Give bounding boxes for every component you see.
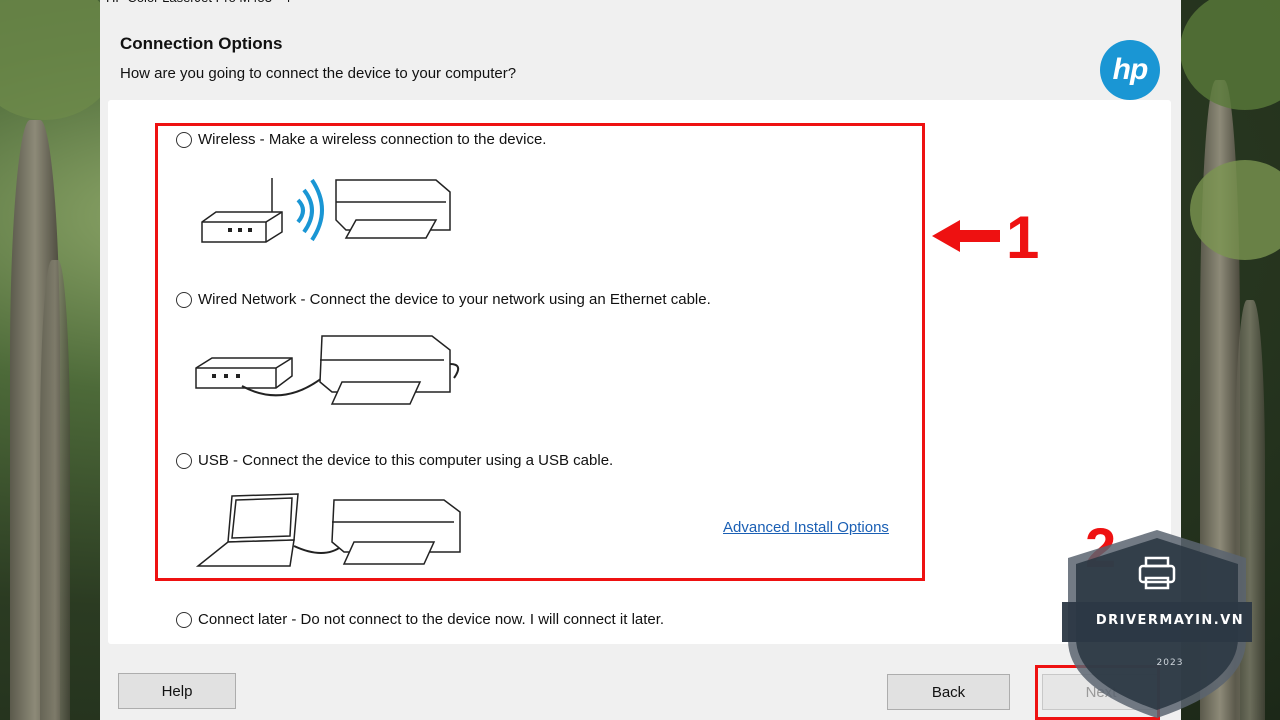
help-button[interactable]: Help (118, 673, 236, 709)
window-title: HP Color LaserJet Pro M453 - 4 (100, 0, 291, 8)
option-label: Connect later - Do not connect to the de… (198, 611, 665, 628)
page-title: Connection Options (120, 34, 283, 53)
connect-later-radio[interactable] (176, 611, 192, 628)
watermark-year: 2023 (1156, 658, 1184, 668)
annotation-box-1 (155, 123, 925, 581)
annotation-number-1: 1 (1006, 204, 1039, 270)
watermark-brand: DRIVERMAYIN.VN (1095, 613, 1245, 628)
back-button[interactable]: Back (887, 674, 1010, 710)
page-subtitle: How are you going to connect the device … (120, 65, 517, 82)
annotation-arrow-1: 1 (932, 204, 1039, 270)
dialog-header: Connection Options How are you going to … (100, 12, 1181, 100)
option-connect-later[interactable]: Connect later - Do not connect to the de… (176, 611, 664, 628)
hp-logo: hp (1100, 40, 1160, 100)
